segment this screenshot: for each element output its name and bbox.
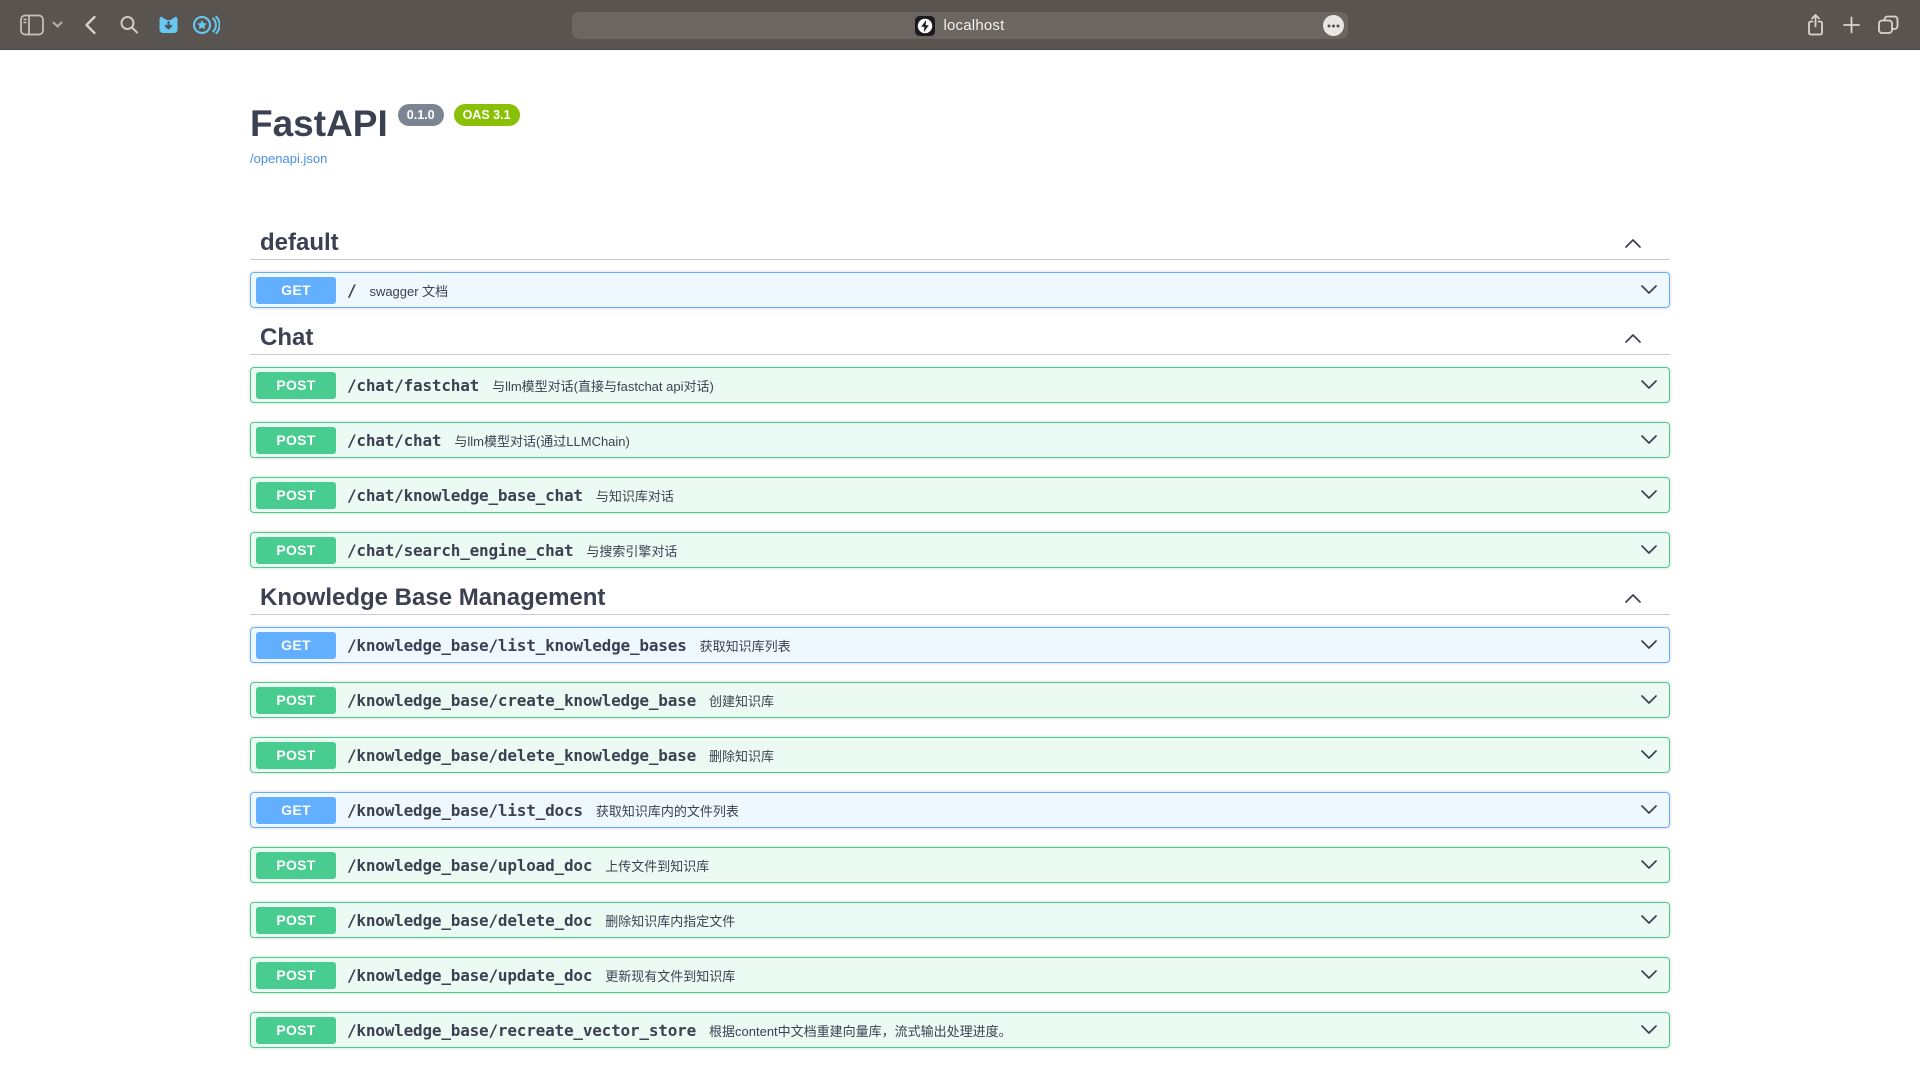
method-badge: POST: [256, 962, 336, 989]
chevron-down-icon[interactable]: [1640, 1024, 1658, 1036]
api-info-block: FastAPI 0.1.0 OAS 3.1 /openapi.json: [250, 50, 1670, 213]
share-button[interactable]: [1806, 13, 1825, 37]
oas-badge: OAS 3.1: [454, 104, 520, 126]
endpoint-row[interactable]: POST /chat/chat 与llm模型对话(通过LLMChain): [250, 422, 1670, 458]
chevron-down-icon[interactable]: [1640, 694, 1658, 706]
endpoint-description: 根据content中文档重建向量库，流式输出处理进度。: [709, 1021, 1012, 1040]
method-badge: POST: [256, 427, 336, 454]
chevron-down-icon[interactable]: [1640, 749, 1658, 761]
chevron-down-icon[interactable]: [1640, 284, 1658, 296]
endpoint-description: swagger 文档: [369, 281, 448, 300]
method-badge: POST: [256, 372, 336, 399]
section-header[interactable]: Knowledge Base Management: [250, 581, 1670, 615]
endpoint-description: 创建知识库: [709, 691, 774, 710]
endpoint-description: 与搜索引擎对话: [586, 541, 677, 560]
method-badge: GET: [256, 277, 336, 304]
method-badge: GET: [256, 797, 336, 824]
chevron-down-icon[interactable]: [1640, 804, 1658, 816]
endpoint-row[interactable]: GET / swagger 文档: [250, 272, 1670, 308]
chevron-down-icon[interactable]: [1640, 379, 1658, 391]
section-title: default: [260, 229, 339, 257]
endpoint-row[interactable]: POST /knowledge_base/create_knowledge_ba…: [250, 682, 1670, 718]
endpoint-path: /knowledge_base/recreate_vector_store: [347, 1021, 696, 1040]
method-badge: POST: [256, 742, 336, 769]
fastapi-favicon: [915, 16, 935, 36]
chevron-down-icon[interactable]: [1640, 914, 1658, 926]
chevron-down-icon[interactable]: [1640, 434, 1658, 446]
chevron-down-icon[interactable]: [1640, 544, 1658, 556]
endpoint-path: /chat/fastchat: [347, 376, 479, 395]
endpoint-path: /knowledge_base/delete_knowledge_base: [347, 746, 696, 765]
swagger-page: FastAPI 0.1.0 OAS 3.1 /openapi.json defa…: [0, 50, 1920, 1080]
endpoint-row[interactable]: POST /chat/search_engine_chat 与搜索引擎对话: [250, 532, 1670, 568]
endpoint-description: 删除知识库: [709, 746, 774, 765]
extension-badge-icon[interactable]: [156, 13, 181, 37]
endpoint-path: /knowledge_base/create_knowledge_base: [347, 691, 696, 710]
chevron-up-icon[interactable]: [1624, 237, 1642, 249]
back-button[interactable]: [84, 15, 97, 35]
method-badge: POST: [256, 907, 336, 934]
chevron-down-icon[interactable]: [1640, 639, 1658, 651]
endpoint-path: /chat/chat: [347, 431, 441, 450]
endpoint-row[interactable]: POST /chat/fastchat 与llm模型对话(直接与fastchat…: [250, 367, 1670, 403]
method-badge: GET: [256, 632, 336, 659]
endpoint-description: 与llm模型对话(通过LLMChain): [454, 431, 630, 450]
endpoint-row[interactable]: POST /knowledge_base/delete_knowledge_ba…: [250, 737, 1670, 773]
new-tab-button[interactable]: [1843, 16, 1860, 33]
endpoint-row[interactable]: GET /knowledge_base/list_knowledge_bases…: [250, 627, 1670, 663]
extension-circles-icon[interactable]: [192, 13, 220, 36]
endpoint-description: 与知识库对话: [596, 486, 674, 505]
endpoint-row[interactable]: GET /knowledge_base/list_docs 获取知识库内的文件列…: [250, 792, 1670, 828]
chevron-down-icon[interactable]: [1640, 489, 1658, 501]
section-default: default GET / swagger 文档: [250, 226, 1670, 308]
sidebar-chevron-down-icon[interactable]: [52, 21, 63, 29]
endpoint-description: 上传文件到知识库: [605, 856, 709, 875]
endpoint-row[interactable]: POST /chat/knowledge_base_chat 与知识库对话: [250, 477, 1670, 513]
method-badge: POST: [256, 482, 336, 509]
endpoint-row[interactable]: POST /knowledge_base/upload_doc 上传文件到知识库: [250, 847, 1670, 883]
section-knowledge-base-management: Knowledge Base Management GET /knowledge…: [250, 581, 1670, 1048]
search-icon[interactable]: [120, 15, 139, 34]
endpoint-path: /knowledge_base/upload_doc: [347, 856, 592, 875]
endpoint-description: 更新现有文件到知识库: [605, 966, 735, 985]
address-bar[interactable]: localhost: [572, 12, 1348, 39]
endpoint-row[interactable]: POST /knowledge_base/update_doc 更新现有文件到知…: [250, 957, 1670, 993]
chevron-up-icon[interactable]: [1624, 332, 1642, 344]
endpoint-path: /knowledge_base/delete_doc: [347, 911, 592, 930]
version-badge: 0.1.0: [398, 104, 444, 126]
method-badge: POST: [256, 1017, 336, 1044]
browser-toolbar: localhost: [0, 0, 1920, 50]
sidebar-toggle-button[interactable]: [20, 14, 44, 35]
endpoint-path: /knowledge_base/list_knowledge_bases: [347, 636, 687, 655]
endpoint-row[interactable]: POST /knowledge_base/delete_doc 删除知识库内指定…: [250, 902, 1670, 938]
endpoint-path: /chat/knowledge_base_chat: [347, 486, 583, 505]
endpoint-description: 与llm模型对话(直接与fastchat api对话): [492, 376, 714, 395]
section-chat: Chat POST /chat/fastchat 与llm模型对话(直接与fas…: [250, 321, 1670, 568]
section-header[interactable]: default: [250, 226, 1670, 260]
endpoint-description: 获取知识库列表: [700, 636, 791, 655]
chevron-down-icon[interactable]: [1640, 859, 1658, 871]
endpoint-path: /knowledge_base/update_doc: [347, 966, 592, 985]
section-header[interactable]: Chat: [250, 321, 1670, 355]
tab-overview-button[interactable]: [1878, 15, 1899, 34]
chevron-down-icon[interactable]: [1640, 969, 1658, 981]
section-title: Knowledge Base Management: [260, 584, 605, 612]
page-more-button[interactable]: [1323, 15, 1344, 36]
endpoint-path: /: [347, 281, 356, 300]
openapi-spec-link[interactable]: /openapi.json: [250, 151, 327, 166]
method-badge: POST: [256, 852, 336, 879]
chevron-up-icon[interactable]: [1624, 592, 1642, 604]
method-badge: POST: [256, 537, 336, 564]
method-badge: POST: [256, 687, 336, 714]
endpoint-description: 获取知识库内的文件列表: [596, 801, 739, 820]
endpoint-path: /knowledge_base/list_docs: [347, 801, 583, 820]
address-text: localhost: [943, 17, 1004, 34]
endpoint-row[interactable]: POST /knowledge_base/recreate_vector_sto…: [250, 1012, 1670, 1048]
endpoint-path: /chat/search_engine_chat: [347, 541, 573, 560]
page-title: FastAPI: [250, 102, 388, 146]
section-title: Chat: [260, 324, 313, 352]
endpoint-description: 删除知识库内指定文件: [605, 911, 735, 930]
